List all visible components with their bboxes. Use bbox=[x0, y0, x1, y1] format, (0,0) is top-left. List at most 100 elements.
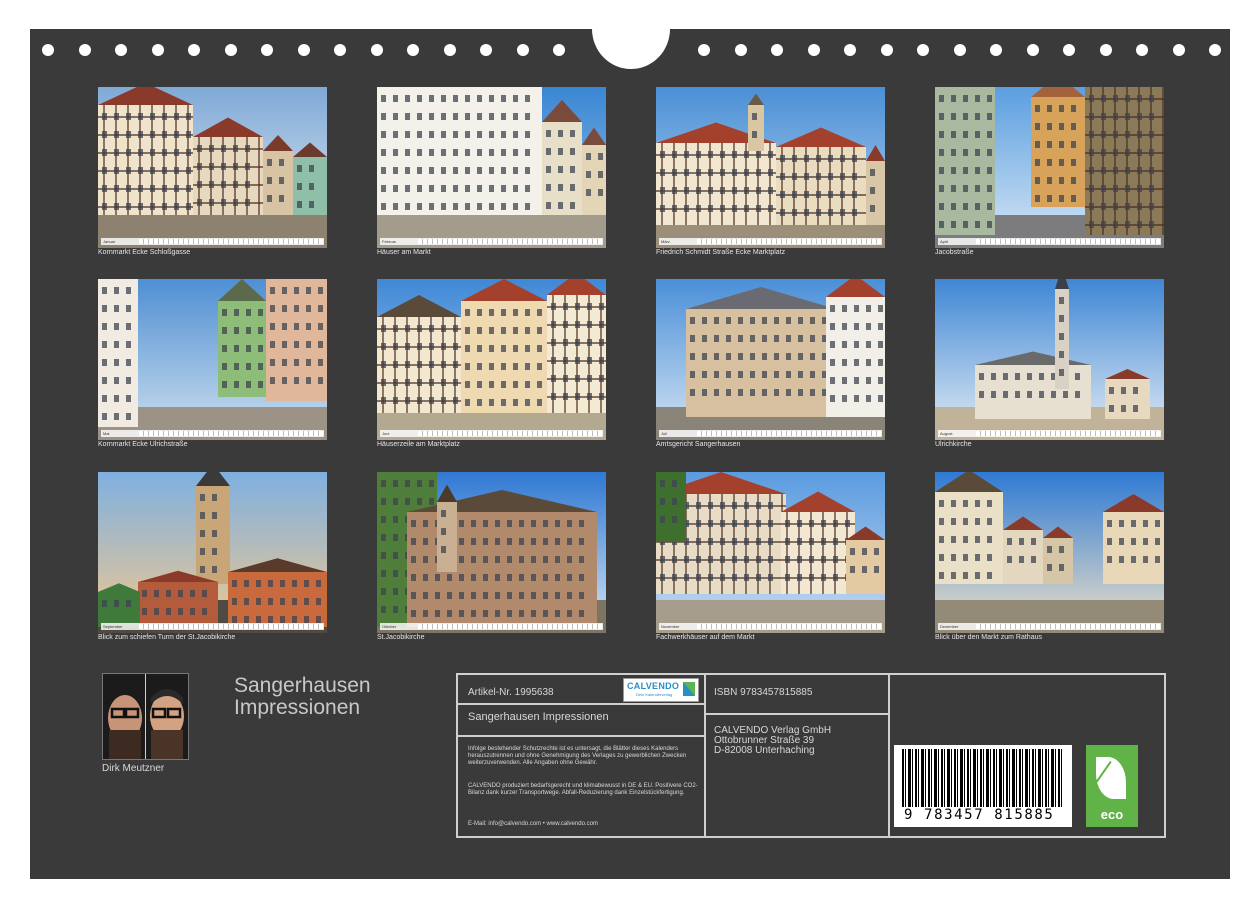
month-photo: Juni bbox=[377, 279, 606, 440]
isbn-barcode: 9 783457 815885 bbox=[894, 745, 1072, 827]
legal-notice: Infolge bestehender Schutzrechte ist es … bbox=[468, 746, 687, 766]
calendar-grid-strip: September bbox=[101, 623, 324, 630]
row-divider bbox=[706, 713, 888, 715]
day-cells bbox=[697, 624, 881, 629]
photo-caption: Häuser am Markt bbox=[377, 249, 431, 256]
calendar-grid-strip: Mai bbox=[101, 430, 324, 437]
binding-hole bbox=[844, 44, 856, 56]
binding-hole bbox=[553, 44, 565, 56]
binding-hole bbox=[771, 44, 783, 56]
month-photo: Januar bbox=[98, 87, 327, 248]
day-cells bbox=[139, 624, 323, 629]
day-cells bbox=[418, 239, 602, 244]
binding-hole bbox=[807, 44, 820, 56]
hanger-notch bbox=[592, 29, 670, 69]
binding-hole bbox=[261, 44, 273, 56]
publisher-address: CALVENDO Verlag GmbH Ottobrunner Straße … bbox=[714, 726, 831, 756]
calendar-grid-strip: April bbox=[938, 238, 1161, 245]
info-column-middle: ISBN 9783457815885 CALVENDO Verlag GmbH … bbox=[706, 675, 890, 836]
binding-hole bbox=[297, 44, 310, 56]
calendar-grid-strip: Dezember bbox=[938, 623, 1161, 630]
day-cells bbox=[976, 239, 1160, 244]
binding-hole bbox=[78, 44, 91, 56]
month-photo: April bbox=[935, 87, 1164, 248]
climate-notice: CALVENDO produziert bedarfsgerecht und k… bbox=[468, 783, 698, 796]
calendar-title: Sangerhausen Impressionen bbox=[234, 675, 371, 719]
binding-hole bbox=[734, 44, 747, 56]
calvendo-logo: CALVENDO Dein Kalenderverlag bbox=[623, 678, 699, 702]
month-photo: November bbox=[656, 472, 885, 633]
binding-hole bbox=[407, 44, 419, 56]
binding-hole bbox=[334, 44, 346, 56]
info-column-left: Artikel-Nr. 1995638 CALVENDO Dein Kalend… bbox=[458, 675, 706, 836]
logo-word: CALVENDO bbox=[627, 681, 680, 691]
day-cells bbox=[697, 431, 881, 436]
binding-hole bbox=[115, 44, 127, 56]
binding-hole bbox=[1172, 44, 1185, 56]
photo-caption: Friedrich Schmidt Straße Ecke Marktplatz bbox=[656, 249, 786, 256]
calendar-title-line2: Impressionen bbox=[234, 696, 361, 719]
publisher-city: D-82008 Unterhaching bbox=[714, 745, 815, 756]
month-photo: Dezember bbox=[935, 472, 1164, 633]
photo-caption: Häuserzeile am Marktplatz bbox=[377, 441, 460, 448]
calendar-grid-strip: März bbox=[659, 238, 882, 245]
eco-badge: eco bbox=[1086, 745, 1138, 827]
calendar-back-cover: Januar Kornmarkt Ecke Schloßgasse Februar H… bbox=[30, 29, 1230, 879]
day-cells bbox=[418, 624, 602, 629]
binding-hole bbox=[480, 44, 492, 56]
photo-caption: Blick zum schiefen Turm der St.Jacobikir… bbox=[98, 634, 236, 641]
logo-mark-accent-icon bbox=[683, 682, 695, 696]
day-cells bbox=[976, 624, 1160, 629]
binding-hole bbox=[1136, 44, 1148, 56]
binding-hole bbox=[1063, 44, 1075, 56]
month-label: Oktober bbox=[382, 624, 397, 629]
binding-hole bbox=[42, 44, 54, 56]
author-photo bbox=[102, 673, 189, 760]
binding-hole bbox=[151, 44, 164, 56]
author-name: Dirk Meutzner bbox=[102, 763, 165, 774]
binding-hole bbox=[516, 44, 529, 56]
month-label: Juni bbox=[382, 431, 390, 436]
month-label: Februar bbox=[382, 239, 397, 244]
day-cells bbox=[139, 239, 323, 244]
binding-hole bbox=[880, 44, 893, 56]
month-photo: August bbox=[935, 279, 1164, 440]
binding-hole bbox=[370, 44, 383, 56]
month-photo: September bbox=[98, 472, 327, 633]
binding-hole bbox=[443, 44, 456, 56]
contact-info: E-Mail: info@calvendo.com • www.calvendo… bbox=[468, 821, 598, 827]
row-divider bbox=[458, 735, 704, 737]
month-photo: Juli bbox=[656, 279, 885, 440]
photo-caption: St.Jacobikirche bbox=[377, 634, 425, 641]
month-label: Mai bbox=[103, 431, 110, 436]
month-photo: Mai bbox=[98, 279, 327, 440]
barcode-bars bbox=[902, 749, 1064, 807]
eco-label: eco bbox=[1100, 807, 1124, 822]
photo-caption: Blick über den Markt zum Rathaus bbox=[935, 634, 1042, 641]
month-label: März bbox=[661, 239, 670, 244]
logo-tagline: Dein Kalenderverlag bbox=[636, 692, 673, 697]
photo-caption: Kornmarkt Ecke Schloßgasse bbox=[98, 249, 191, 256]
binding-hole bbox=[1099, 44, 1112, 56]
binding-hole bbox=[224, 44, 237, 56]
binding-hole bbox=[990, 44, 1002, 56]
month-photo: Oktober bbox=[377, 472, 606, 633]
photo-caption: Jacobstraße bbox=[935, 249, 974, 256]
photo-caption: Amtsgericht Sangerhausen bbox=[656, 441, 741, 448]
calendar-title-line1: Sangerhausen bbox=[234, 674, 371, 697]
month-label: Januar bbox=[103, 239, 116, 244]
month-label: August bbox=[940, 431, 953, 436]
product-title: Sangerhausen Impressionen bbox=[468, 711, 609, 723]
row-divider bbox=[458, 703, 704, 705]
day-cells bbox=[976, 431, 1160, 436]
month-label: Dezember bbox=[940, 624, 959, 629]
binding-hole bbox=[1026, 44, 1039, 56]
binding-hole bbox=[1209, 44, 1221, 56]
month-photo: Februar bbox=[377, 87, 606, 248]
calendar-grid-strip: Januar bbox=[101, 238, 324, 245]
calendar-grid-strip: Juni bbox=[380, 430, 603, 437]
month-label: Juli bbox=[661, 431, 668, 436]
month-label: September bbox=[103, 624, 123, 629]
day-cells bbox=[139, 431, 323, 436]
binding-hole bbox=[917, 44, 929, 56]
